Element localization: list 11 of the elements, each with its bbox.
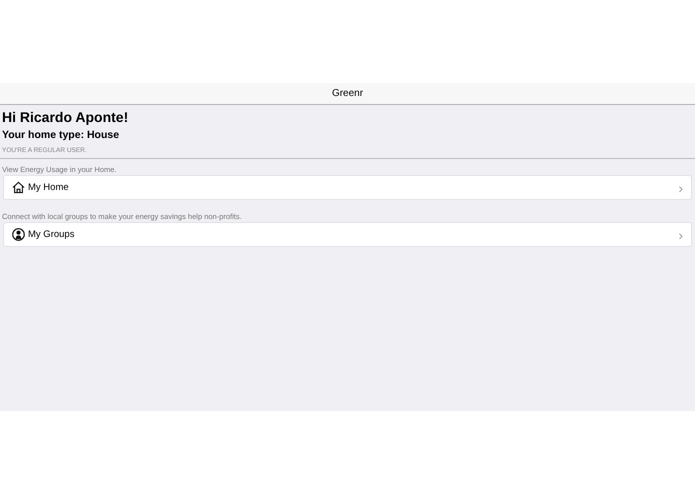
chevron-icon: › [678, 180, 683, 196]
app-title: Greenr [332, 88, 364, 99]
list-item[interactable]: My Home › [3, 175, 692, 200]
home-type: Your home type: House [2, 128, 120, 142]
item-label: My Home [28, 182, 70, 193]
person-icon [12, 228, 25, 241]
item-label: My Groups [28, 229, 76, 240]
greeting: Hi Ricardo Aponte! [2, 108, 130, 126]
list-item[interactable]: My Groups › [3, 222, 692, 247]
chevron-icon: › [678, 226, 683, 242]
house-icon [12, 181, 25, 194]
